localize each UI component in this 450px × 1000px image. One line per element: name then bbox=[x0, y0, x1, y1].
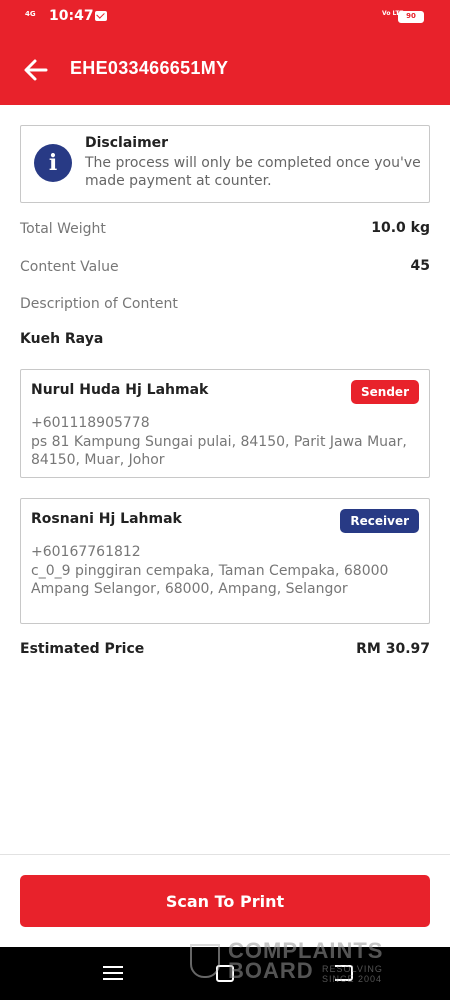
tracking-number-title: EHE033466651MY bbox=[70, 58, 229, 78]
total-weight-label: Total Weight bbox=[20, 221, 106, 237]
content-value-label: Content Value bbox=[20, 259, 119, 275]
estimated-price-label: Estimated Price bbox=[20, 641, 145, 657]
battery-icon: 90 bbox=[398, 11, 424, 23]
receiver-card: Rosnani Hj Lahmak Receiver +60167761812 … bbox=[20, 498, 430, 624]
disclaimer-box: i Disclaimer The process will only be co… bbox=[20, 125, 430, 203]
mail-notification-icon bbox=[95, 11, 107, 21]
content-value-value: 45 bbox=[410, 258, 430, 274]
sender-card: Nurul Huda Hj Lahmak Sender +60111890577… bbox=[20, 369, 430, 478]
recent-apps-icon[interactable] bbox=[103, 965, 123, 981]
total-weight-value: 10.0 kg bbox=[371, 220, 430, 236]
sender-badge: Sender bbox=[351, 380, 419, 404]
description-value: Kueh Raya bbox=[20, 331, 104, 347]
scan-to-print-button[interactable]: Scan To Print bbox=[20, 875, 430, 927]
disclaimer-text: The process will only be completed once … bbox=[85, 155, 421, 189]
info-icon: i bbox=[34, 144, 72, 182]
system-nav-bar bbox=[0, 947, 450, 1000]
sender-name: Nurul Huda Hj Lahmak bbox=[31, 382, 209, 398]
disclaimer-title: Disclaimer bbox=[85, 135, 169, 151]
home-icon[interactable] bbox=[216, 965, 234, 982]
bottom-divider bbox=[0, 854, 450, 855]
sender-address: ps 81 Kampung Sungai pulai, 84150, Parit… bbox=[31, 434, 407, 468]
receiver-badge: Receiver bbox=[340, 509, 419, 533]
status-time: 10:47 bbox=[49, 8, 94, 24]
receiver-address: c_0_9 pinggiran cempaka, Taman Cempaka, … bbox=[31, 563, 389, 597]
description-label: Description of Content bbox=[20, 296, 178, 312]
back-nav-icon[interactable] bbox=[335, 965, 353, 981]
receiver-phone: +60167761812 bbox=[31, 544, 141, 560]
network-indicator: 4G bbox=[25, 10, 36, 18]
app-bar: EHE033466651MY bbox=[0, 34, 450, 105]
status-bar: 4G 10:47 Vo LTE 90 bbox=[0, 0, 450, 34]
receiver-name: Rosnani Hj Lahmak bbox=[31, 511, 182, 527]
estimated-price-value: RM 30.97 bbox=[356, 641, 430, 657]
sender-phone: +601118905778 bbox=[31, 415, 150, 431]
arrow-left-icon[interactable] bbox=[22, 56, 50, 84]
